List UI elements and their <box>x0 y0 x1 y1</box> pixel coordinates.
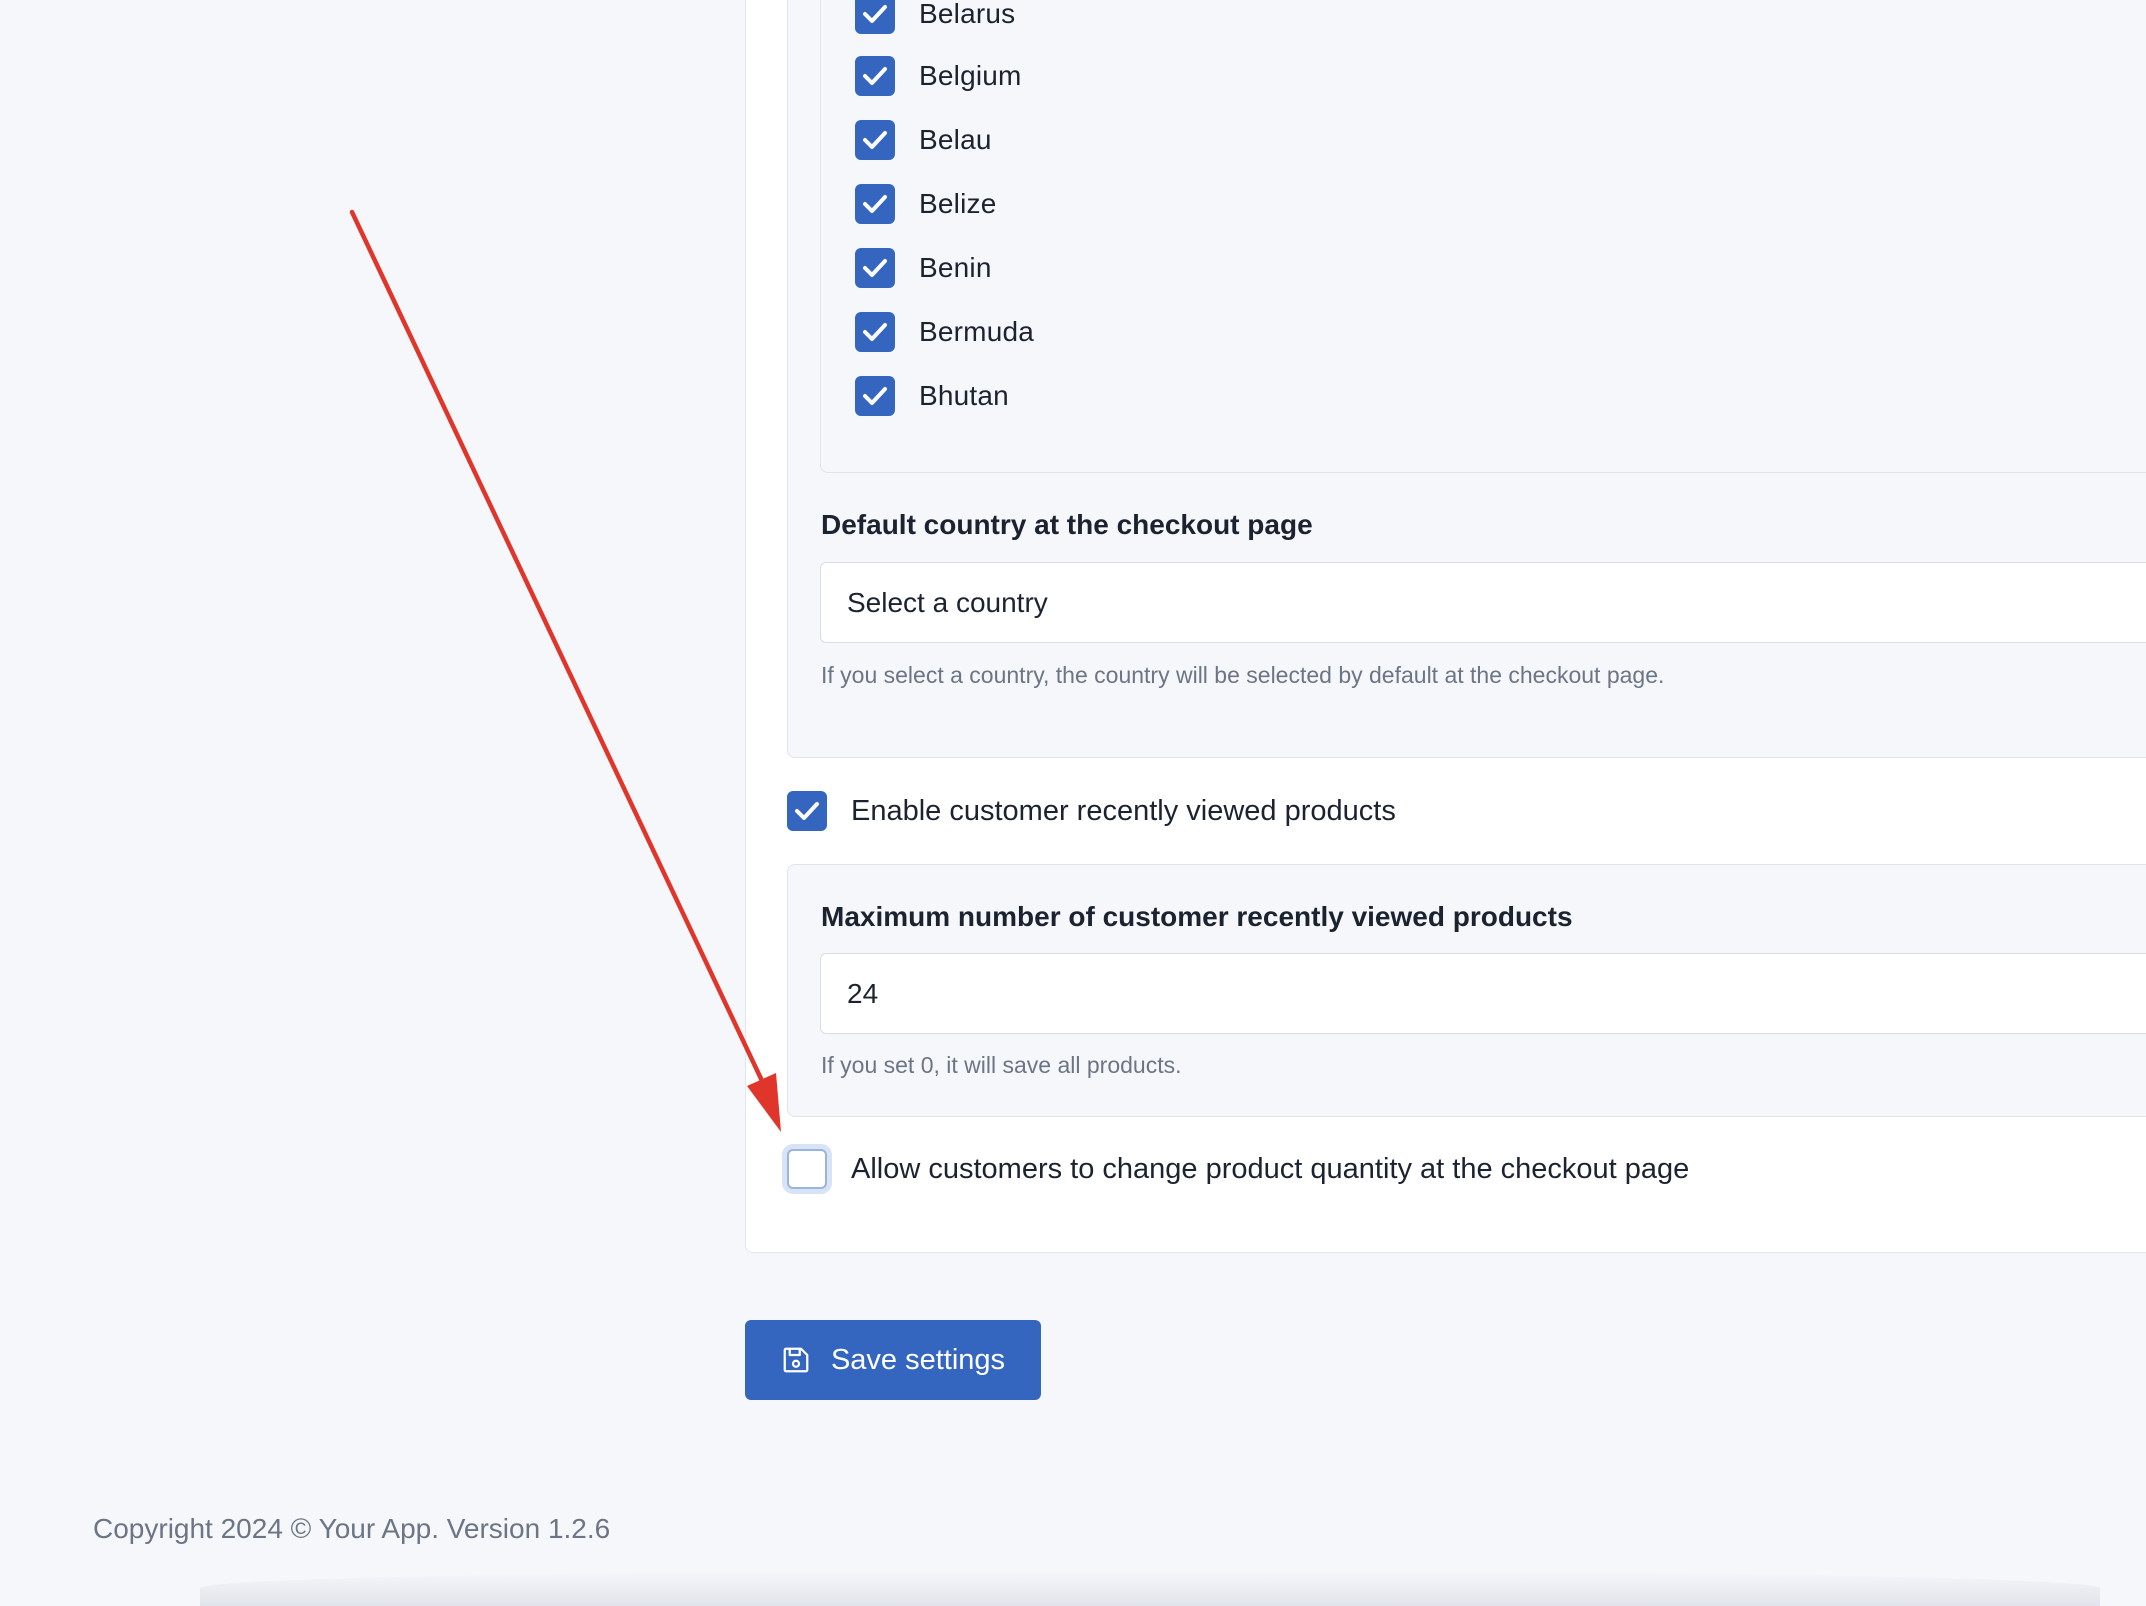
checkbox-checked-icon[interactable] <box>855 184 895 224</box>
allow-quantity-change-label: Allow customers to change product quanti… <box>851 1152 1690 1185</box>
country-item-bhutan[interactable]: Bhutan <box>855 374 1009 418</box>
country-item-belarus[interactable]: Belarus <box>855 0 1015 36</box>
country-label: Belarus <box>919 0 1016 29</box>
bottom-shadow <box>200 1570 2100 1606</box>
footer-copyright: Copyright 2024 © Your App. Version 1.2.6 <box>93 1513 611 1544</box>
enable-recently-viewed-option[interactable]: Enable customer recently viewed products <box>787 791 1396 831</box>
checkbox-checked-icon[interactable] <box>855 376 895 416</box>
checkbox-checked-icon[interactable] <box>855 312 895 352</box>
default-country-label: Default country at the checkout page <box>821 509 1313 540</box>
country-label: Benin <box>919 252 992 283</box>
default-country-select[interactable]: Select a country <box>820 562 2146 643</box>
checkbox-checked-icon[interactable] <box>855 0 895 34</box>
checkbox-checked-icon[interactable] <box>855 248 895 288</box>
allow-quantity-change-option[interactable]: Allow customers to change product quanti… <box>787 1149 1689 1189</box>
max-recently-viewed-label: Maximum number of customer recently view… <box>821 901 1573 932</box>
country-item-benin[interactable]: Benin <box>855 246 992 290</box>
save-settings-button[interactable]: Save settings <box>745 1320 1041 1400</box>
enable-recently-viewed-label: Enable customer recently viewed products <box>851 794 1396 827</box>
settings-page: Belarus Belgium Belau Belize Benin Bermu… <box>0 0 2146 1606</box>
checkbox-checked-icon[interactable] <box>855 56 895 96</box>
save-settings-label: Save settings <box>830 1343 1006 1376</box>
max-recently-viewed-input[interactable]: 24 <box>820 953 2146 1034</box>
country-label: Belize <box>919 188 997 219</box>
max-recently-viewed-help: If you set 0, it will save all products. <box>821 1052 1182 1078</box>
country-item-bermuda[interactable]: Bermuda <box>855 310 1034 354</box>
country-label: Belau <box>919 124 992 155</box>
checkbox-checked-icon[interactable] <box>855 120 895 160</box>
country-item-belau[interactable]: Belau <box>855 118 992 162</box>
country-item-belize[interactable]: Belize <box>855 182 996 226</box>
checkbox-unchecked-icon[interactable] <box>787 1149 827 1189</box>
floppy-disk-icon <box>781 1345 811 1375</box>
country-item-belgium[interactable]: Belgium <box>855 54 1022 98</box>
country-label: Bhutan <box>919 380 1009 411</box>
country-label: Belgium <box>919 60 1022 91</box>
max-recently-viewed-value: 24 <box>847 977 879 1009</box>
country-label: Bermuda <box>919 316 1035 347</box>
default-country-help: If you select a country, the country wil… <box>821 662 1665 688</box>
checkbox-checked-icon[interactable] <box>787 791 827 831</box>
default-country-select-value: Select a country <box>847 586 1048 618</box>
